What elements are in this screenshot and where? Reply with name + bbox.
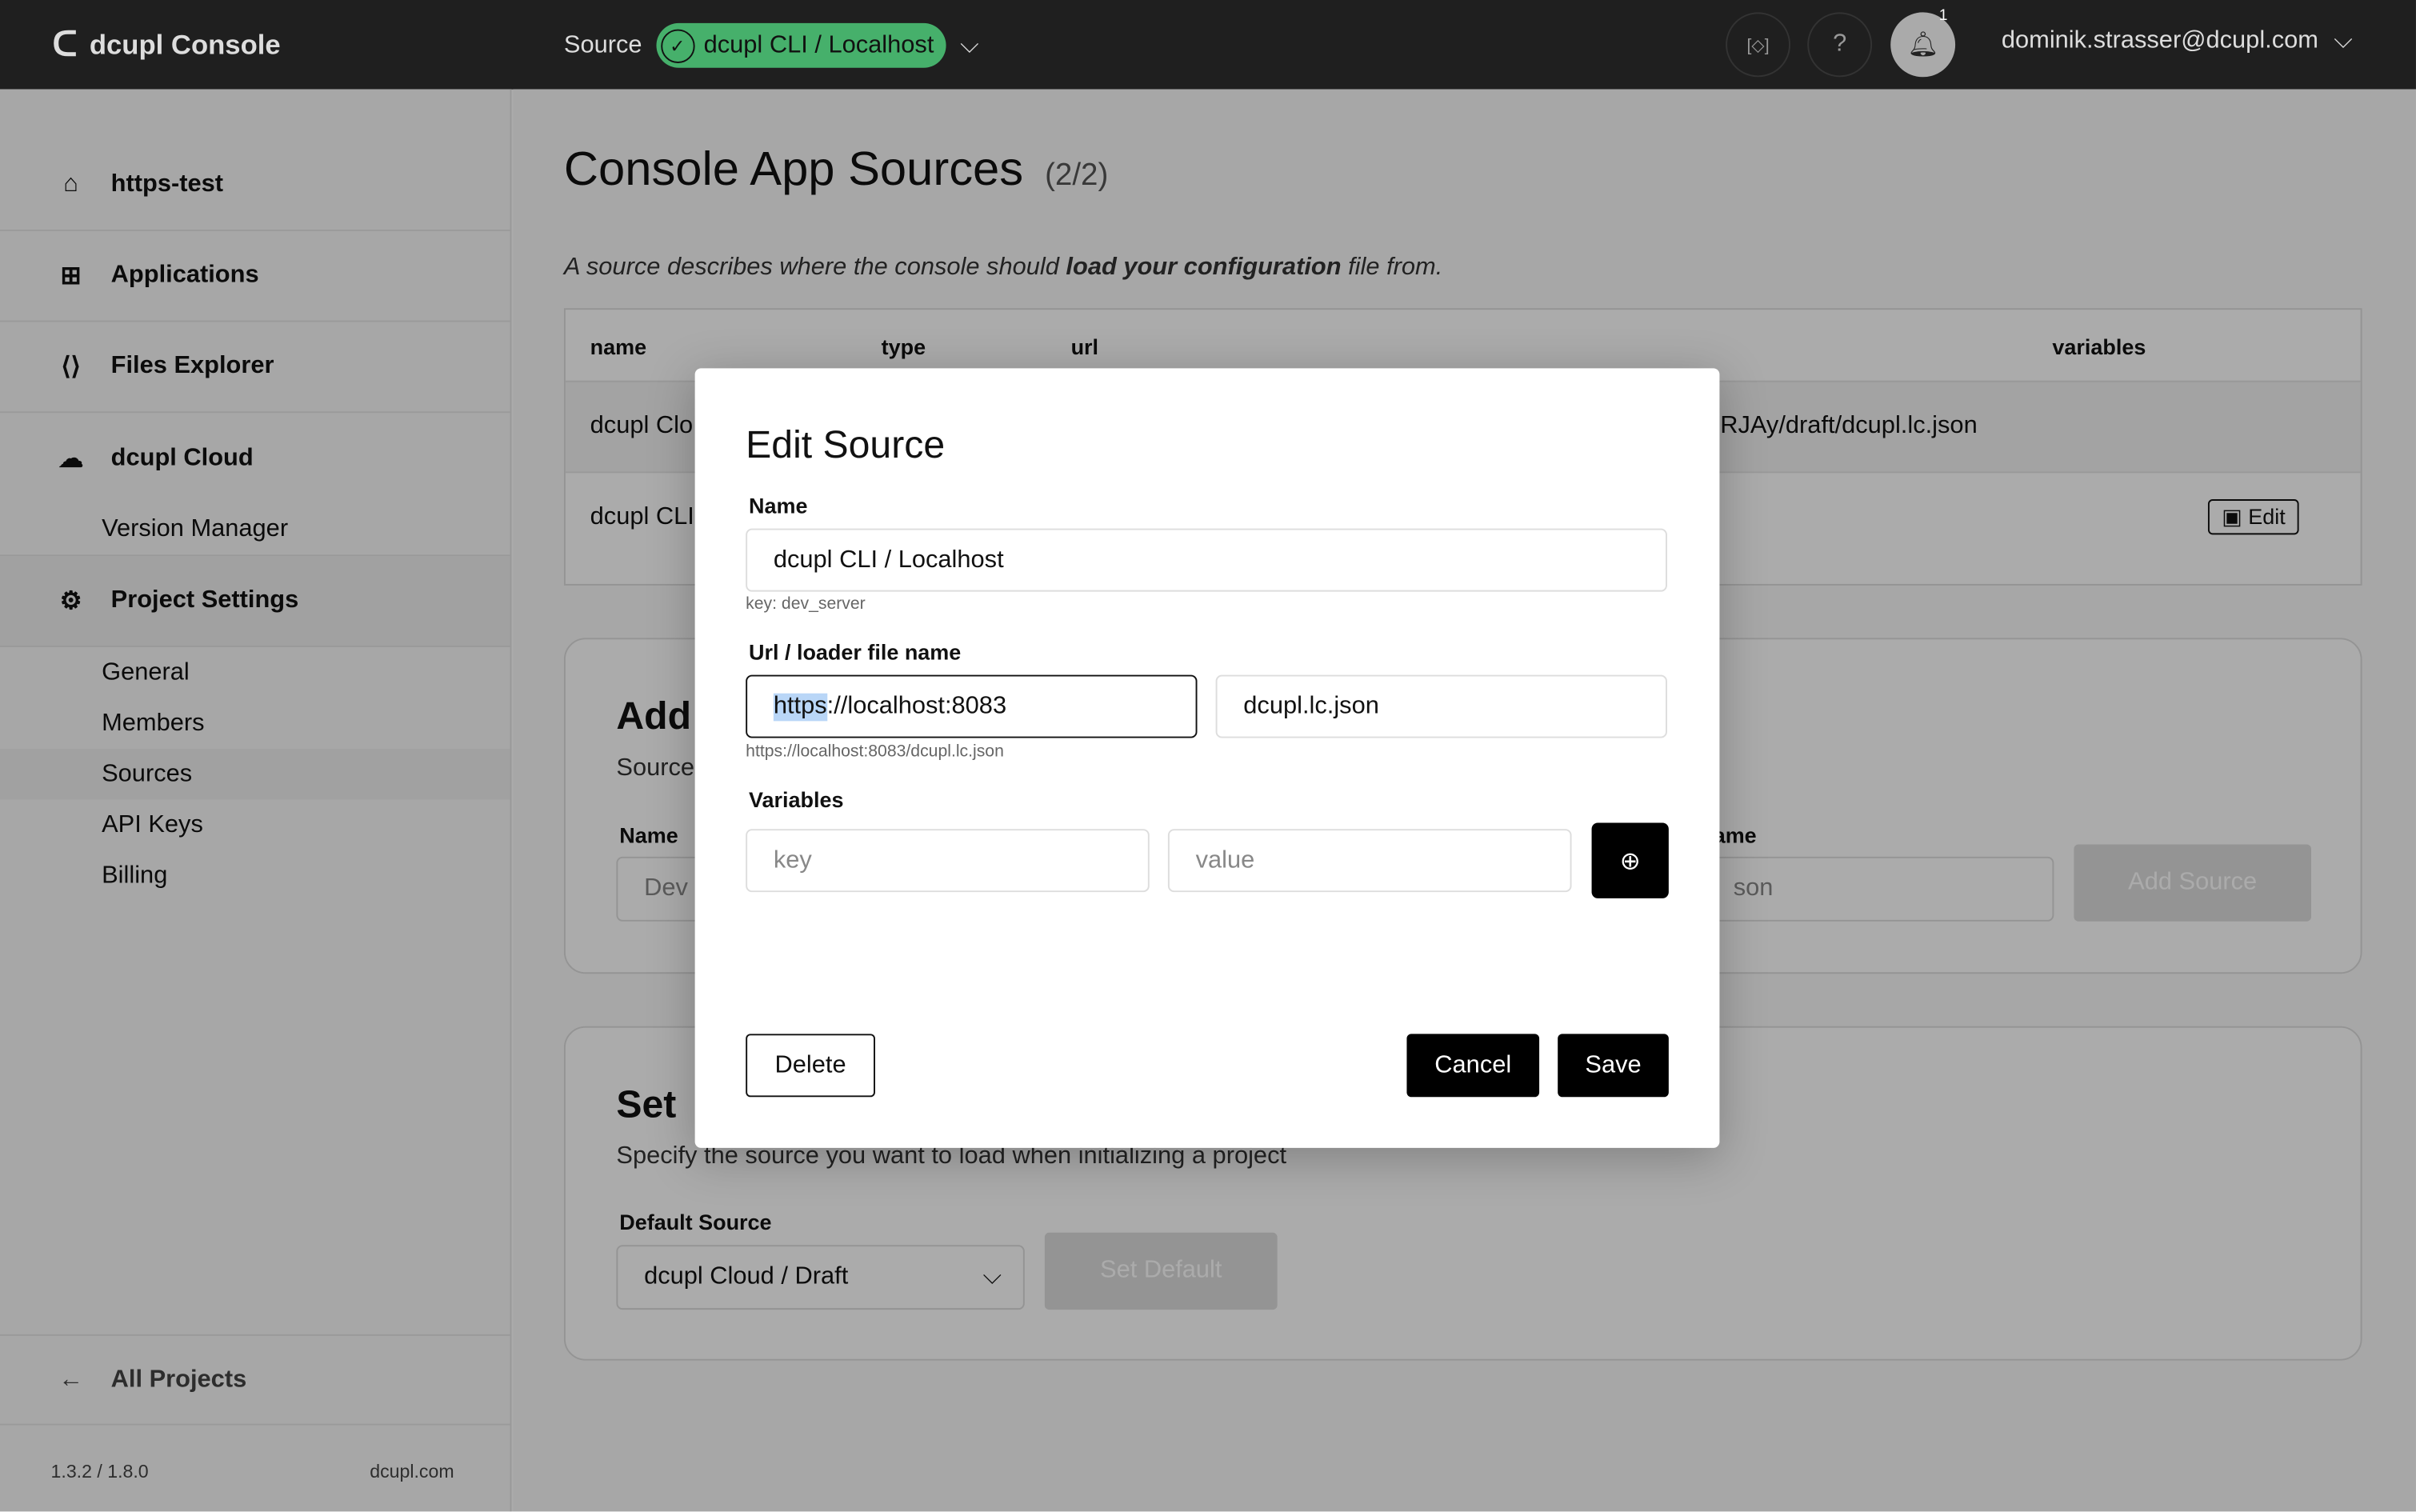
dcupl-logo-icon: ᑕ [52,24,78,63]
notifications-button[interactable]: 🔔︎ 1 [1890,8,1956,78]
url-input[interactable]: https://localhost:8083 [746,674,1198,738]
delete-button[interactable]: Delete [746,1034,875,1098]
app-logo[interactable]: ᑕ dcupl Console [52,25,280,65]
save-button[interactable]: Save [1558,1034,1669,1098]
source-pill[interactable]: ✓ dcupl CLI / Localhost [655,22,946,68]
code-button[interactable]: [◇] [1726,12,1791,78]
edit-source-modal: Edit Source Name dcupl CLI / Localhost k… [694,368,1720,1148]
add-variable-button[interactable]: ⊕ [1591,822,1669,898]
name-input[interactable]: dcupl CLI / Localhost [746,528,1667,592]
cancel-button[interactable]: Cancel [1406,1034,1540,1098]
code-icon: [◇] [1746,36,1770,55]
variable-value-input[interactable]: value [1167,829,1572,893]
chevron-down-icon: ⌵ [2334,27,2353,54]
source-selector[interactable]: Source ✓ dcupl CLI / Localhost ⌵ [564,22,979,68]
loader-file-input[interactable]: dcupl.lc.json [1215,674,1667,738]
variable-key-input[interactable]: key [746,829,1150,893]
bell-icon: 🔔︎ [1907,32,1939,59]
top-bar: ᑕ dcupl Console Source ✓ dcupl CLI / Local… [0,0,2416,90]
help-button[interactable]: ? [1807,12,1873,78]
chevron-down-icon: ⌵ [960,31,979,58]
user-menu[interactable]: dominik.strasser@dcupl.com ⌵ [2002,28,2353,56]
check-icon: ✓ [660,28,695,63]
help-icon: ? [1833,30,1847,58]
plus-circle-icon: ⊕ [1619,848,1641,875]
modal-title: Edit Source [746,423,946,467]
notification-badge: 1 [1938,7,1948,25]
